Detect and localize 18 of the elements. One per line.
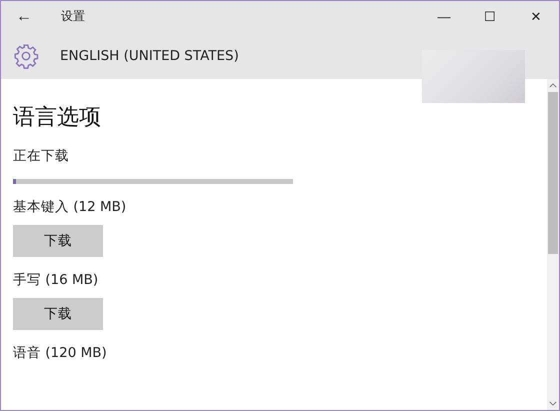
download-button[interactable]: 下载	[13, 298, 103, 330]
language-title: ENGLISH (UNITED STATES)	[60, 48, 239, 64]
scroll-thumb[interactable]	[548, 92, 558, 254]
download-status: 正在下载	[13, 147, 70, 165]
scroll-up-icon[interactable]	[549, 83, 557, 88]
minimize-button[interactable]: —	[421, 1, 467, 32]
page-heading: 语言选项	[13, 104, 102, 132]
back-button[interactable]: ←	[1, 1, 47, 32]
download-button[interactable]: 下载	[13, 225, 103, 257]
scrollbar[interactable]	[547, 79, 559, 410]
scroll-down-icon[interactable]	[549, 401, 557, 406]
window-title: 设置	[61, 8, 86, 25]
close-button[interactable]: ✕	[513, 1, 559, 32]
maximize-button[interactable]: ☐	[467, 1, 513, 32]
feature-label: 手写 (16 MB)	[13, 271, 100, 289]
settings-icon	[13, 42, 39, 68]
feature-label: 语音 (120 MB)	[13, 344, 108, 362]
feature-label: 基本键入 (12 MB)	[13, 198, 128, 216]
